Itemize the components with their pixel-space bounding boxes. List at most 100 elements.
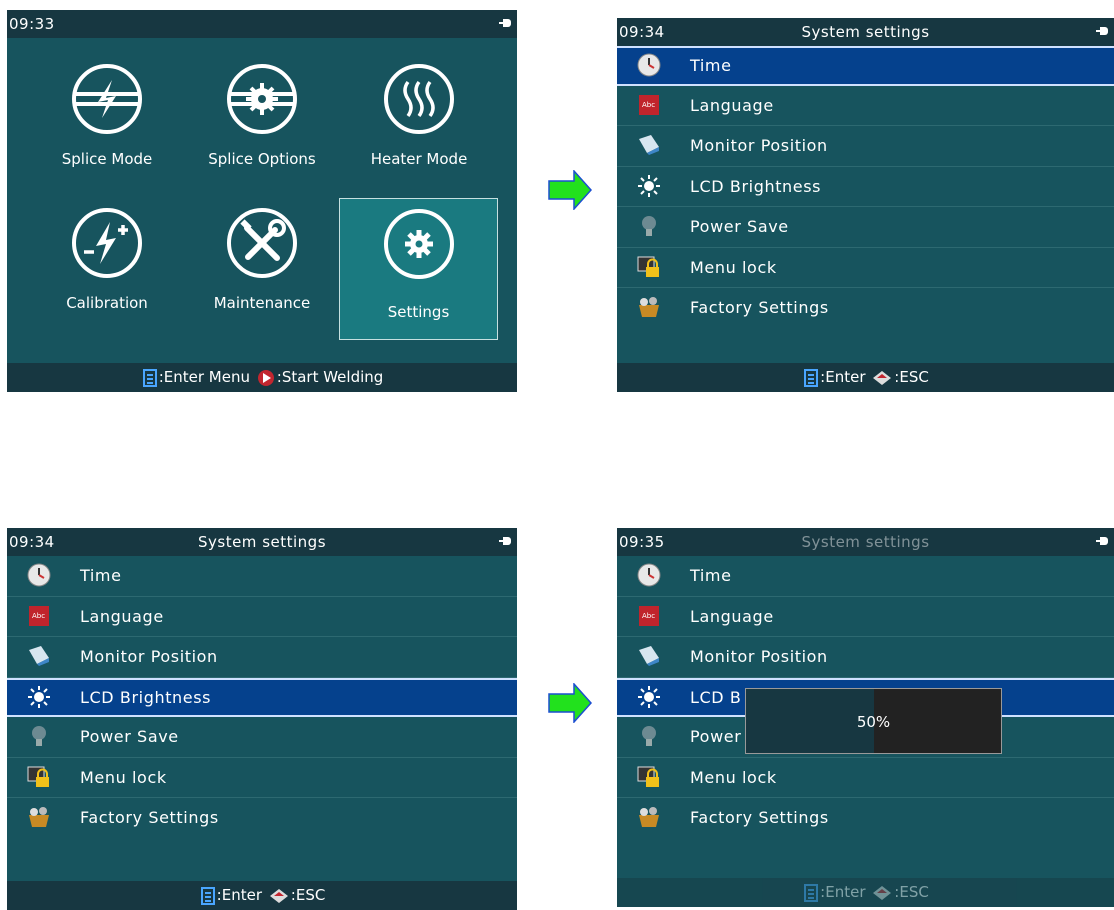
list-item-label: Power [690, 727, 742, 746]
tile-maintenance[interactable]: Maintenance [182, 198, 342, 338]
list-item-label: Power Save [80, 727, 179, 746]
system-settings-screen-brightness: 09:34 System settings Time Abc Language … [7, 528, 517, 910]
list-item-label: Language [690, 606, 774, 626]
monitor-position-icon [639, 646, 659, 666]
list-item-label: Power Save [690, 217, 789, 236]
brightness-sun-icon [28, 685, 50, 708]
list-item-label: Monitor Position [80, 647, 218, 666]
menu-key-icon [142, 368, 157, 387]
list-item-time[interactable]: Time [617, 46, 1114, 86]
list-item-monitor-position[interactable]: Monitor Position [617, 637, 1114, 678]
settings-icon [383, 209, 454, 279]
status-bar: 09:35 System settings [617, 528, 1114, 556]
tile-settings[interactable]: Settings [339, 198, 498, 340]
tile-label: Heater Mode [370, 150, 468, 168]
list-item-factory-settings[interactable]: Factory Settings [617, 798, 1114, 838]
list-item-label: LCD Brightness [80, 687, 212, 707]
hint-esc: :ESC [894, 883, 929, 901]
list-item-language[interactable]: Abc Language [617, 86, 1114, 126]
list-item-monitor-position[interactable]: Monitor Position [617, 126, 1114, 167]
tile-splice-options[interactable]: Splice Options [182, 46, 342, 186]
list-item-label: Factory Settings [690, 298, 829, 317]
list-item-menu-lock[interactable]: Menu lock [7, 758, 517, 798]
heater-mode-icon [384, 64, 454, 134]
list-item-label: Factory Settings [80, 808, 219, 827]
list-item-label: Monitor Position [690, 647, 828, 666]
list-item-language[interactable]: Abc Language [617, 597, 1114, 637]
esc-key-icon [873, 885, 892, 900]
status-bar: 09:33 [7, 10, 517, 38]
start-key-icon [257, 369, 274, 386]
list-item-time[interactable]: Time [617, 556, 1114, 597]
list-item-label: Language [690, 95, 774, 115]
language-book-icon: Abc [29, 605, 49, 626]
list-item-label: Menu lock [690, 767, 777, 787]
page-title: System settings [801, 23, 930, 41]
tile-splice-mode[interactable]: Splice Mode [27, 46, 187, 186]
arrow-right-icon [548, 170, 592, 210]
hint-bar: :Enter :ESC [617, 878, 1114, 907]
tile-heater-mode[interactable]: Heater Mode [339, 46, 499, 186]
system-settings-screen-brightness-popup: 09:35 System settings Time Abc Language … [617, 528, 1114, 907]
list-item-lcd-brightness[interactable]: LCD Brightness [7, 677, 517, 717]
menu-key-icon [804, 883, 819, 902]
list-item-monitor-position[interactable]: Monitor Position [7, 637, 517, 678]
language-book-icon: Abc [639, 94, 659, 115]
list-item-time[interactable]: Time [7, 556, 517, 597]
light-bulb-icon [642, 726, 656, 746]
factory-settings-icon [29, 807, 49, 827]
menu-key-icon [804, 368, 819, 387]
light-bulb-icon [642, 216, 656, 236]
list-item-lcd-brightness[interactable]: LCD Brightness [617, 167, 1114, 207]
list-item-label: Time [80, 566, 122, 585]
list-item-language[interactable]: Abc Language [7, 597, 517, 637]
tile-calibration[interactable]: Calibration [27, 198, 187, 338]
power-plug-icon [499, 537, 511, 545]
svg-text:Abc: Abc [642, 612, 655, 620]
list-item-factory-settings[interactable]: Factory Settings [617, 288, 1114, 328]
list-item-label: Factory Settings [690, 808, 829, 827]
list-item-label: Time [690, 56, 732, 75]
tile-label: Calibration [66, 294, 148, 312]
tile-label: Splice Options [208, 150, 316, 168]
list-item-factory-settings[interactable]: Factory Settings [7, 798, 517, 838]
light-bulb-icon [32, 726, 46, 746]
list-item-label: Monitor Position [690, 136, 828, 155]
tile-label: Settings [387, 303, 450, 321]
factory-settings-icon [639, 807, 659, 827]
monitor-position-icon [639, 135, 659, 155]
brightness-popup[interactable]: 50% [745, 688, 1002, 754]
maintenance-icon [227, 208, 297, 278]
clock: 09:33 [9, 15, 55, 33]
list-item-label: LCD B [690, 687, 742, 707]
list-item-menu-lock[interactable]: Menu lock [617, 758, 1114, 798]
lock-icon [27, 766, 49, 787]
svg-text:Abc: Abc [642, 101, 655, 109]
hint-esc: :ESC [290, 886, 326, 904]
factory-settings-icon [639, 297, 659, 317]
hint-bar: :Enter :ESC [7, 881, 517, 910]
list-item-menu-lock[interactable]: Menu lock [617, 248, 1114, 288]
esc-key-icon [873, 370, 892, 385]
hint-enter-menu: :Enter Menu [158, 368, 250, 386]
hint-enter: :Enter [216, 886, 262, 904]
list-item-label: Time [690, 566, 732, 585]
calibration-icon [72, 208, 142, 278]
esc-key-icon [269, 888, 288, 903]
power-plug-icon [1096, 27, 1108, 35]
list-item-power-save[interactable]: Power Save [617, 207, 1114, 248]
list-item-power-save[interactable]: Power Save [7, 717, 517, 758]
svg-text:Abc: Abc [32, 612, 45, 620]
hint-bar: :Enter Menu :Start Welding [7, 363, 517, 392]
page-title: System settings [801, 533, 930, 551]
list-item-label: Menu lock [690, 257, 777, 277]
hint-enter: :Enter [820, 883, 866, 901]
list-item-label: Language [80, 606, 164, 626]
lock-icon [637, 766, 659, 787]
brightness-sun-icon [638, 685, 660, 708]
page-title: System settings [197, 533, 327, 551]
clock-icon [637, 53, 661, 77]
power-plug-icon [1096, 537, 1108, 545]
list-item-label: LCD Brightness [690, 176, 822, 196]
splice-mode-icon [72, 64, 142, 134]
